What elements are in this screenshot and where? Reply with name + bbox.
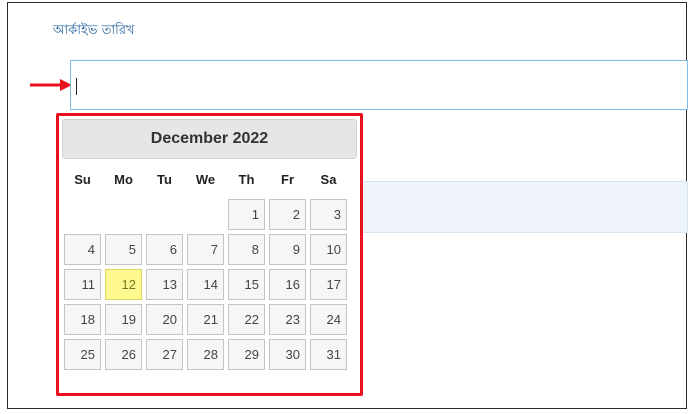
day-cell[interactable]: 20 (146, 304, 183, 335)
day-cell[interactable]: 15 (228, 269, 265, 300)
day-cell[interactable]: 24 (310, 304, 347, 335)
day-cell[interactable]: 22 (228, 304, 265, 335)
day-cell[interactable]: 23 (269, 304, 306, 335)
day-cell[interactable]: 14 (187, 269, 224, 300)
weekday-tuesday: Tu (157, 171, 172, 187)
weekday-friday: Fr (281, 171, 294, 187)
day-cell[interactable]: 4 (64, 234, 101, 265)
empty-day-cell (146, 199, 183, 230)
weekday-wednesday: We (195, 171, 216, 187)
day-cell[interactable]: 27 (146, 339, 183, 370)
day-cell[interactable]: 3 (310, 199, 347, 230)
day-cell[interactable]: 28 (187, 339, 224, 370)
day-cell[interactable]: 17 (310, 269, 347, 300)
datepicker-popup: December 2022 Su Mo Tu We Th Fr Sa 12345… (56, 113, 363, 396)
datepicker-month-title: December 2022 (62, 119, 357, 159)
weekday-saturday: Sa (320, 171, 337, 187)
day-cell[interactable]: 5 (105, 234, 142, 265)
day-cell[interactable]: 7 (187, 234, 224, 265)
day-cell[interactable]: 31 (310, 339, 347, 370)
archive-date-input[interactable] (70, 60, 688, 110)
weekday-header-row: Su Mo Tu We Th Fr Sa (64, 159, 357, 199)
weekday-thursday: Th (238, 171, 255, 187)
day-cell[interactable]: 8 (228, 234, 265, 265)
day-cell[interactable]: 16 (269, 269, 306, 300)
day-cell[interactable]: 2 (269, 199, 306, 230)
day-cell[interactable]: 13 (146, 269, 183, 300)
day-cell[interactable]: 21 (187, 304, 224, 335)
day-cell[interactable]: 25 (64, 339, 101, 370)
day-cell[interactable]: 11 (64, 269, 101, 300)
day-cell[interactable]: 1 (228, 199, 265, 230)
day-grid: 1 2 3 4 5 6 7 8 9 10 11 12 13 14 15 16 17 18 19 20 21 22 23 24 2… (64, 199, 357, 370)
day-cell[interactable]: 6 (146, 234, 183, 265)
red-arrow-icon (30, 79, 72, 91)
archive-date-label: আর্কাইভ তারিখ (53, 23, 135, 38)
empty-day-cell (105, 199, 142, 230)
day-cell[interactable]: 26 (105, 339, 142, 370)
day-cell[interactable]: 9 (269, 234, 306, 265)
day-cell[interactable]: 29 (228, 339, 265, 370)
empty-day-cell (187, 199, 224, 230)
day-cell[interactable]: 19 (105, 304, 142, 335)
form-panel: আর্কাইভ তারিখ December 2022 Su Mo Tu We … (7, 2, 688, 409)
day-cell[interactable]: 18 (64, 304, 101, 335)
day-cell[interactable]: 10 (310, 234, 347, 265)
day-cell-today[interactable]: 12 (105, 269, 142, 300)
day-cell[interactable]: 30 (269, 339, 306, 370)
background-field (360, 181, 688, 233)
text-caret (76, 78, 77, 95)
weekday-monday: Mo (114, 171, 133, 187)
weekday-sunday: Su (74, 171, 91, 187)
empty-day-cell (64, 199, 101, 230)
